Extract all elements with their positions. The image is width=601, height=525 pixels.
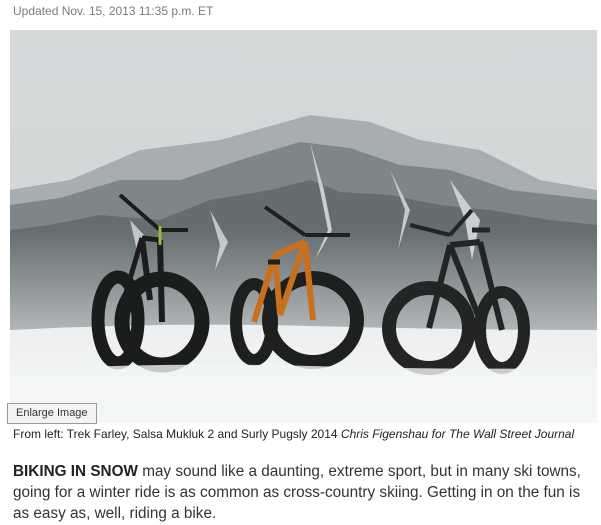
article-page: Updated Nov. 15, 2013 11:35 p.m. ET Enla… bbox=[0, 0, 601, 525]
photo-caption: From left: Trek Farley, Salsa Mukluk 2 a… bbox=[13, 427, 574, 441]
article-paragraph: BIKING IN SNOW may sound like a daunting… bbox=[13, 461, 597, 524]
paragraph-lead: BIKING IN SNOW bbox=[13, 463, 138, 480]
article-photo[interactable] bbox=[10, 30, 597, 423]
enlarge-image-button[interactable]: Enlarge Image bbox=[7, 403, 97, 424]
fat-bikes-in-snow-image bbox=[10, 30, 597, 423]
photo-credit: Chris Figenshau for The Wall Street Jour… bbox=[340, 427, 575, 441]
updated-timestamp: Updated Nov. 15, 2013 11:35 p.m. ET bbox=[13, 4, 214, 18]
caption-text: From left: Trek Farley, Salsa Mukluk 2 a… bbox=[13, 427, 338, 441]
